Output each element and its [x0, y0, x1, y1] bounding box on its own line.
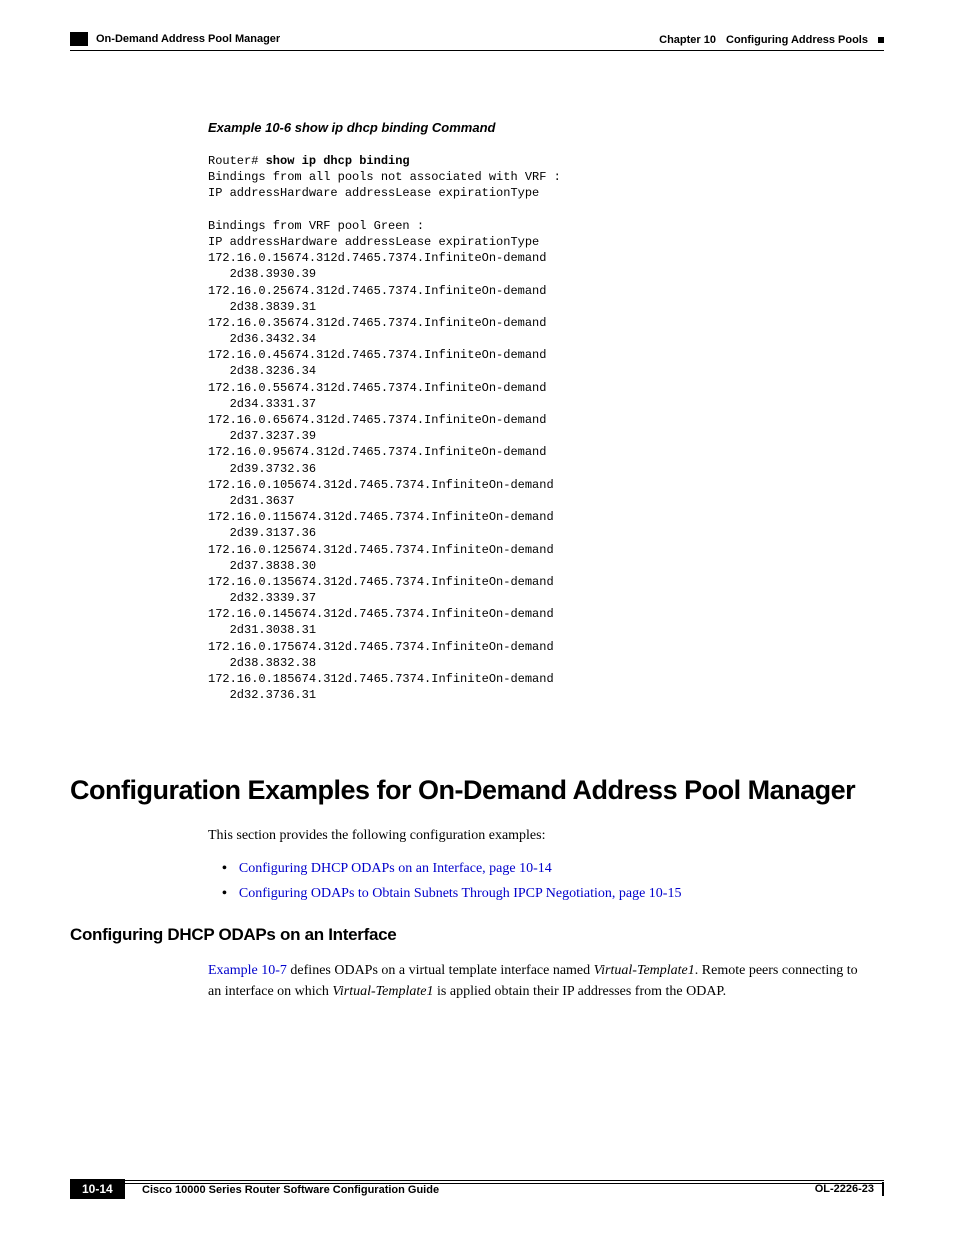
- main-content: Example 10-6 show ip dhcp binding Comman…: [208, 120, 874, 743]
- header-right: Chapter 10 Configuring Address Pools: [659, 34, 884, 46]
- heading-2: Configuring DHCP ODAPs on an Interface: [70, 925, 874, 945]
- section-intro: This section provides the following conf…: [208, 825, 874, 906]
- link-config-dhcp-odaps[interactable]: Configuring DHCP ODAPs on an Interface, …: [239, 856, 552, 881]
- vt-name: Virtual-Template1: [332, 984, 433, 999]
- command: show ip dhcp binding: [266, 154, 410, 168]
- doc-id: OL-2226-23: [815, 1183, 874, 1195]
- header-marker-icon: [70, 32, 88, 46]
- example-caption: Example 10-6 show ip dhcp binding Comman…: [208, 120, 874, 135]
- footer-right: OL-2226-23: [815, 1182, 884, 1196]
- paragraph: Example 10-7 defines ODAPs on a virtual …: [208, 960, 874, 1002]
- bullet-icon: •: [222, 881, 227, 906]
- link-config-odaps-ipcp[interactable]: Configuring ODAPs to Obtain Subnets Thro…: [239, 881, 682, 906]
- vt-name: Virtual-Template1: [594, 963, 695, 978]
- bullet-icon: •: [222, 856, 227, 881]
- footer-bar: 10-14 OL-2226-23: [70, 1179, 884, 1199]
- list-item: • Configuring DHCP ODAPs on an Interface…: [222, 856, 874, 881]
- code-block: Router# show ip dhcp binding Bindings fr…: [208, 153, 874, 703]
- chapter-label: Chapter 10: [659, 34, 716, 46]
- page-number: 10-14: [70, 1179, 125, 1199]
- link-example-10-7[interactable]: Example 10-7: [208, 963, 287, 978]
- header-left: On-Demand Address Pool Manager: [70, 32, 280, 46]
- footer-bar-wrap: 10-14 OL-2226-23: [70, 1179, 884, 1199]
- page-header: On-Demand Address Pool Manager Chapter 1…: [70, 32, 884, 46]
- footer-left: 10-14: [70, 1179, 125, 1199]
- text: defines ODAPs on a virtual template inte…: [287, 963, 594, 978]
- chapter-title: Configuring Address Pools: [726, 34, 868, 46]
- heading-1: Configuration Examples for On-Demand Add…: [70, 775, 874, 806]
- subsection-body: Example 10-7 defines ODAPs on a virtual …: [208, 960, 874, 1012]
- footer-end-marker-icon: [882, 1182, 884, 1196]
- list-item: • Configuring ODAPs to Obtain Subnets Th…: [222, 881, 874, 906]
- bullet-list: • Configuring DHCP ODAPs on an Interface…: [222, 856, 874, 906]
- header-end-marker-icon: [878, 37, 884, 43]
- text: is applied obtain their IP addresses fro…: [434, 984, 727, 999]
- prompt: Router#: [208, 154, 266, 168]
- code-output: Bindings from all pools not associated w…: [208, 170, 561, 702]
- header-rule: [70, 50, 884, 51]
- intro-lead: This section provides the following conf…: [208, 825, 874, 846]
- section-title: On-Demand Address Pool Manager: [96, 33, 280, 45]
